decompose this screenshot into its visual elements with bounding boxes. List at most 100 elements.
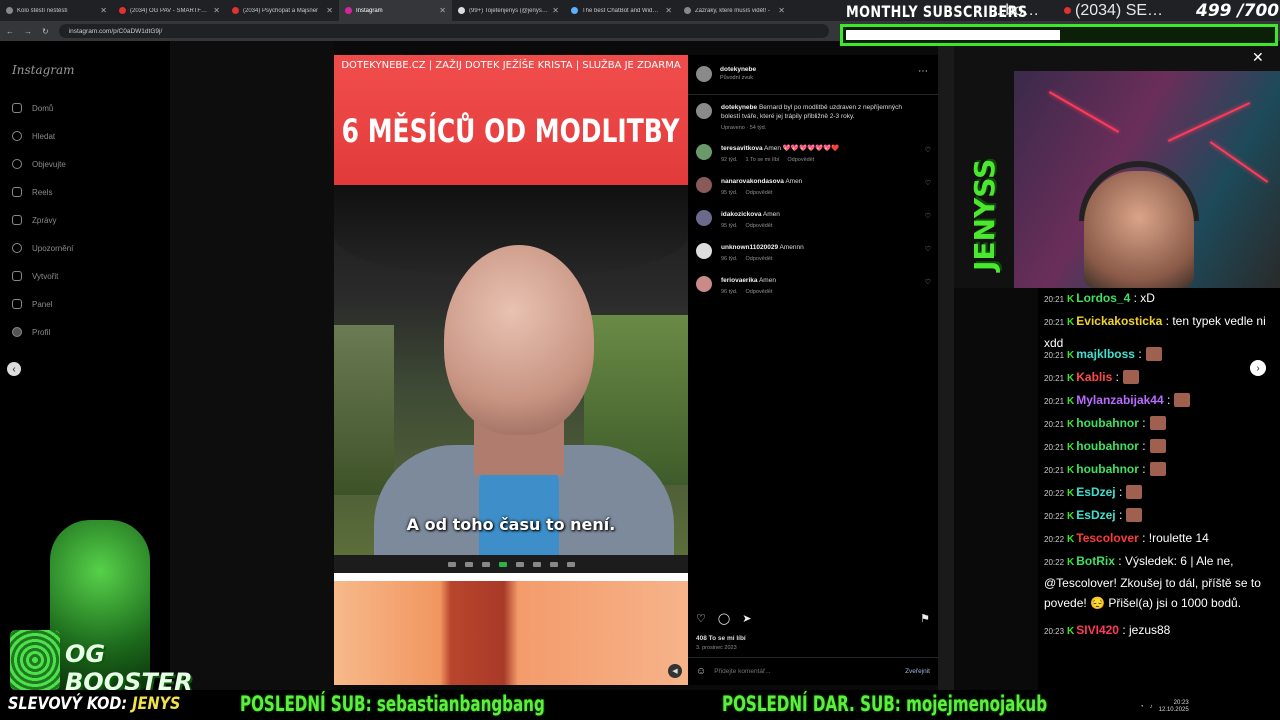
browser-tab[interactable]: Kolo štěstí neštěstí ✕ (0, 0, 113, 21)
avatar[interactable] (696, 103, 712, 119)
nav-item-profile[interactable]: Profil (12, 327, 50, 337)
like-comment-icon[interactable]: ♡ (925, 245, 931, 253)
reply-button[interactable]: Odpovědět (746, 256, 773, 262)
comment-user[interactable]: feriovaerika (721, 277, 758, 284)
clock[interactable]: 20:23 12.10.2025 (1159, 700, 1189, 714)
share-icon[interactable]: ➤ (742, 612, 751, 625)
close-tab-icon[interactable]: ✕ (213, 6, 220, 15)
video-subtitle: A od toho času to není. (406, 515, 616, 534)
close-tab-icon[interactable]: ✕ (552, 6, 559, 15)
chat-username[interactable]: SIVI420 (1076, 623, 1119, 637)
chat-emote (1174, 393, 1191, 407)
comment-user[interactable]: teresavitkova (721, 145, 763, 152)
nav-label: Vytvořit (32, 271, 59, 281)
chat-username[interactable]: EsDzej (1076, 508, 1115, 522)
tab-title: (2034) Psychopat a Majsner (243, 7, 319, 14)
like-comment-icon[interactable]: ♡ (925, 212, 931, 220)
network-icon[interactable]: ◔ (1140, 704, 1144, 710)
close-icon[interactable]: ✕ (1252, 49, 1264, 66)
chat-text: : (1142, 439, 1146, 453)
browser-tab[interactable]: (2034) OG PAV - SMARTFELL A ✕ (113, 0, 226, 21)
close-tab-icon[interactable]: ✕ (100, 6, 107, 15)
chat-username[interactable]: BotRix (1076, 554, 1115, 568)
nav-item-messages[interactable]: Zprávy (12, 215, 56, 225)
back-icon[interactable]: ← (6, 27, 14, 36)
chat-username[interactable]: Evickakosticka (1076, 314, 1162, 328)
chat-username[interactable]: majklboss (1076, 347, 1135, 361)
close-tab-icon[interactable]: ✕ (665, 6, 672, 15)
post-audio[interactable]: Původní zvuk (720, 75, 753, 81)
chat-username[interactable]: Tescolover (1076, 531, 1138, 545)
nav-item-search[interactable]: Hledat (12, 131, 55, 141)
browser-tab[interactable]: Zázraky, které musíš vidět! - ✕ (678, 0, 791, 21)
more-options-icon[interactable]: ⋯ (918, 66, 928, 77)
next-post-button[interactable]: › (1250, 360, 1266, 376)
url-field[interactable]: instagram.com/p/C0aDW1dtG9j/ (58, 24, 829, 38)
nav-item-explore[interactable]: Objevujte (12, 159, 66, 169)
bookmark-icon[interactable]: ⚑ (920, 612, 930, 625)
forward-icon[interactable]: → (24, 27, 32, 36)
messages-icon (12, 215, 22, 225)
browser-tab[interactable]: (99+) Tojetenjenys (@jenysm... ✕ (452, 0, 565, 21)
browser-tab[interactable]: (2034) Psychopat a Majsner ✕ (226, 0, 339, 21)
close-tab-icon[interactable]: ✕ (326, 6, 333, 15)
publish-button[interactable]: Zveřejnit (905, 668, 930, 675)
like-comment-icon[interactable]: ♡ (925, 278, 931, 286)
promo-code: SLEVOVÝ KOD: JENYS (8, 694, 180, 714)
chat-username[interactable]: Mylanzabijak44 (1076, 393, 1163, 407)
nav-item-home[interactable]: Domů (12, 103, 53, 113)
chat-text: : jezus88 (1122, 623, 1171, 637)
comment-likes[interactable]: 1 To se mi líbí (746, 157, 780, 163)
chat-emote (1126, 485, 1143, 499)
instagram-logo[interactable]: Instagram (12, 63, 75, 77)
nav-item-create[interactable]: Vytvořit (12, 271, 58, 281)
comment-user[interactable]: idakozickova (721, 211, 761, 218)
toolbar-icon (481, 561, 490, 567)
chat-message: 20:21 K Mylanzabijak44 : (1044, 390, 1276, 412)
chat-username[interactable]: EsDzej (1076, 485, 1115, 499)
avatar[interactable] (696, 243, 712, 259)
comment-user[interactable]: nanarovakondasova (721, 178, 784, 185)
caption-user[interactable]: dotekynebe (721, 104, 757, 111)
reel-video[interactable]: DOTEKYNEBE.CZ | ZAŽIJ DOTEK JEŽÍŠE KRIST… (334, 55, 688, 685)
screen: Kolo štěstí neštěstí ✕ (2034) OG PAV - SM… (0, 0, 1280, 720)
reply-button[interactable]: Odpovědět (746, 223, 773, 229)
chat-username[interactable]: houbahnor (1076, 439, 1139, 453)
emoji-icon[interactable]: ☺ (696, 666, 706, 677)
avatar[interactable] (696, 66, 712, 82)
chat-username[interactable]: Kablis (1076, 370, 1112, 384)
mute-icon[interactable]: ◀ (668, 664, 682, 678)
post-author[interactable]: dotekynebe (720, 66, 756, 73)
chat-emote (1149, 439, 1166, 453)
chat-username[interactable]: houbahnor (1076, 462, 1139, 476)
comment-user[interactable]: unknown11020029 (721, 244, 778, 251)
browser-tab[interactable]: The best ChatBot and Widge... ✕ (565, 0, 678, 21)
comment-icon[interactable]: ◯ (718, 612, 730, 625)
nav-item-dashboard[interactable]: Panel (12, 299, 52, 309)
nav-item-notifications[interactable]: Upozornění (12, 243, 73, 253)
comment-input[interactable] (714, 668, 898, 675)
nav-item-reels[interactable]: Reels (12, 187, 52, 197)
previous-post-button[interactable]: ‹ (7, 362, 21, 376)
avatar[interactable] (696, 177, 712, 193)
reload-icon[interactable]: ↻ (42, 27, 49, 36)
like-comment-icon[interactable]: ♡ (925, 146, 931, 154)
close-tab-icon[interactable]: ✕ (439, 6, 446, 15)
chat-username[interactable]: houbahnor (1076, 416, 1139, 430)
reply-button[interactable]: Odpovědět (746, 289, 773, 295)
avatar[interactable] (696, 276, 712, 292)
booster-jar (10, 630, 60, 690)
like-comment-icon[interactable]: ♡ (925, 179, 931, 187)
avatar[interactable] (696, 210, 712, 226)
browser-tab-active[interactable]: Instagram ✕ (339, 0, 452, 21)
like-icon[interactable]: ♡ (696, 612, 706, 625)
chat-username[interactable]: Lordos_4 (1076, 291, 1130, 305)
chat-time: 20:22 (1044, 512, 1065, 521)
reply-button[interactable]: Odpovědět (787, 157, 814, 163)
reply-button[interactable]: Odpovědět (746, 190, 773, 196)
chat-text: : (1166, 393, 1171, 407)
volume-icon[interactable]: ♪ (1150, 704, 1153, 710)
like-count[interactable]: 408 To se mi líbí (696, 635, 746, 642)
avatar[interactable] (696, 144, 712, 160)
close-tab-icon[interactable]: ✕ (778, 6, 785, 15)
